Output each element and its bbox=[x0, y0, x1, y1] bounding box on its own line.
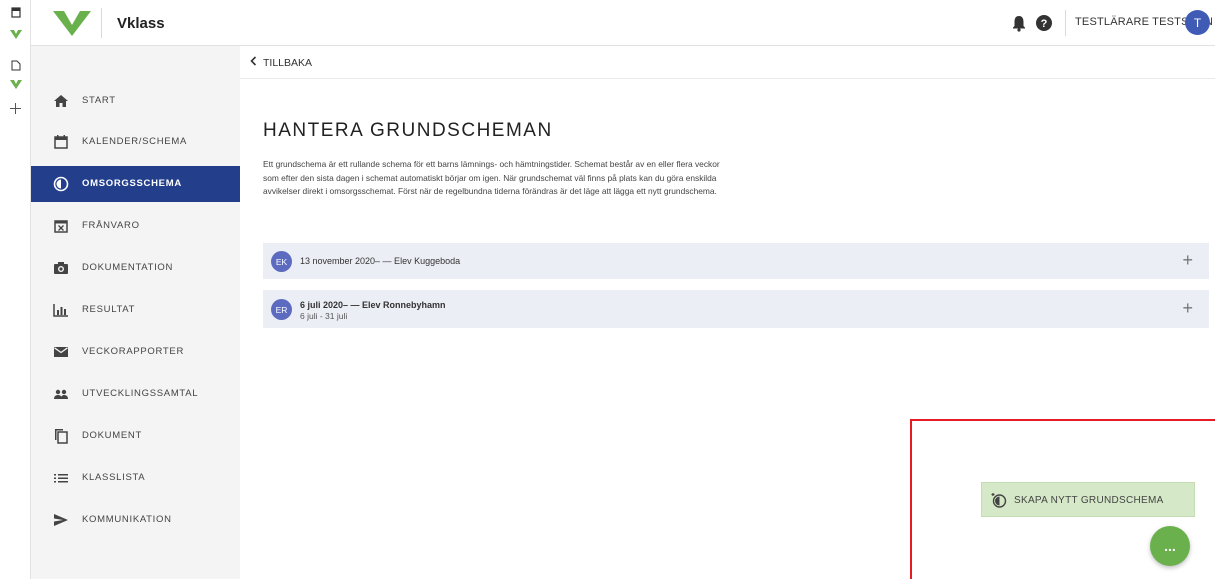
sidebar-item-start[interactable]: START bbox=[31, 83, 240, 119]
sidebar-item-label: START bbox=[82, 95, 116, 106]
bell-icon[interactable] bbox=[1011, 14, 1027, 32]
description-line: Ett grundschema är ett rullande schema f… bbox=[263, 159, 720, 169]
schedule-period: 6 juli - 31 juli bbox=[300, 311, 348, 321]
care-schedule-icon bbox=[53, 176, 69, 192]
sidebar-item-kalender-schema[interactable]: KALENDER/SCHEMA bbox=[31, 124, 240, 160]
copy-icon bbox=[53, 428, 69, 444]
page-description: Ett grundschema är ett rullande schema f… bbox=[263, 158, 843, 199]
sidebar-item-label: VECKORAPPORTER bbox=[82, 346, 185, 357]
sidebar-item-label: RESULTAT bbox=[82, 304, 136, 315]
sidebar-item-label: FRÅNVARO bbox=[82, 220, 140, 231]
student-badge: EK bbox=[271, 251, 292, 272]
logo-divider bbox=[101, 8, 102, 38]
page-icon[interactable] bbox=[0, 55, 31, 75]
more-actions-fab[interactable]: ... bbox=[1150, 526, 1190, 566]
camera-icon bbox=[53, 260, 69, 276]
sidebar-item-label: KOMMUNIKATION bbox=[82, 514, 172, 525]
sidebar-item-label: UTVECKLINGSSAMTAL bbox=[82, 388, 199, 399]
schedule-title: 6 juli 2020– — Elev Ronnebyhamn bbox=[300, 300, 446, 310]
bar-chart-icon bbox=[53, 302, 69, 318]
sidebar-item-veckorapporter[interactable]: VECKORAPPORTER bbox=[31, 334, 240, 370]
vklass-favicon[interactable] bbox=[0, 74, 31, 94]
create-button-label: SKAPA NYTT GRUNDSCHEMA bbox=[1014, 495, 1164, 506]
absence-icon bbox=[53, 218, 69, 234]
page-title: HANTERA GRUNDSCHEMAN bbox=[263, 120, 553, 141]
sidebar-item-klasslista[interactable]: KLASSLISTA bbox=[31, 460, 240, 496]
vklass-favicon[interactable] bbox=[0, 24, 31, 44]
avatar[interactable]: T bbox=[1185, 10, 1210, 35]
mail-icon bbox=[53, 344, 69, 360]
add-tab-icon[interactable] bbox=[0, 98, 31, 118]
header-divider bbox=[1065, 10, 1066, 36]
sidebar-item-label: KALENDER/SCHEMA bbox=[82, 136, 187, 147]
sidebar-item-utvecklingssamtal[interactable]: UTVECKLINGSSAMTAL bbox=[31, 376, 240, 412]
list-icon bbox=[53, 470, 69, 486]
sidebar-item-kommunikation[interactable]: KOMMUNIKATION bbox=[31, 502, 240, 538]
people-icon bbox=[53, 386, 69, 402]
description-line: avvikelser direkt i omsorgsschemat. Förs… bbox=[263, 186, 717, 196]
brand-name: Vklass bbox=[117, 15, 165, 32]
expand-plus-icon[interactable]: + bbox=[1182, 250, 1193, 271]
send-icon bbox=[53, 512, 69, 528]
schedule-title: 13 november 2020– — Elev Kuggeboda bbox=[300, 256, 461, 266]
expand-plus-icon[interactable]: + bbox=[1182, 298, 1193, 319]
schedule-row[interactable]: EK 13 november 2020– — Elev Kuggeboda + bbox=[263, 243, 1209, 279]
student-badge: ER bbox=[271, 299, 292, 320]
sidebar-item-label: KLASSLISTA bbox=[82, 472, 146, 483]
sidebar-item-label: DOKUMENTATION bbox=[82, 262, 174, 273]
help-icon[interactable]: ? bbox=[1035, 14, 1053, 32]
back-label: TILLBAKA bbox=[263, 56, 313, 69]
sidebar-item-dokument[interactable]: DOKUMENT bbox=[31, 418, 240, 454]
vklass-logo[interactable] bbox=[53, 9, 91, 37]
calendar-icon bbox=[53, 134, 69, 150]
app-root: Vklass ? TESTLÄRARE TESTSSON T START KAL… bbox=[0, 0, 1215, 579]
back-link[interactable]: TILLBAKA bbox=[250, 56, 312, 69]
schedule-row[interactable]: ER 6 juli 2020– — Elev Ronnebyhamn 6 jul… bbox=[263, 290, 1209, 328]
sidebar: START KALENDER/SCHEMA OMSORGSSCHEMA FRÅN… bbox=[31, 46, 240, 579]
sidebar-item-omsorgsschema[interactable]: OMSORGSSCHEMA bbox=[31, 166, 240, 202]
sidebar-item-label: DOKUMENT bbox=[82, 430, 142, 441]
sidebar-item-resultat[interactable]: RESULTAT bbox=[31, 292, 240, 328]
sidebar-item-dokumentation[interactable]: DOKUMENTATION bbox=[31, 250, 240, 286]
home-icon bbox=[53, 93, 69, 109]
chevron-left-icon bbox=[250, 56, 257, 69]
svg-text:?: ? bbox=[1041, 18, 1048, 30]
back-bar: TILLBAKA bbox=[240, 46, 1215, 79]
sidebar-item-franvaro[interactable]: FRÅNVARO bbox=[31, 208, 240, 244]
top-header: Vklass ? TESTLÄRARE TESTSSON T bbox=[31, 0, 1215, 46]
care-schedule-add-icon bbox=[991, 492, 1008, 509]
sidebar-item-label: OMSORGSSCHEMA bbox=[82, 178, 182, 189]
create-base-schedule-button[interactable]: SKAPA NYTT GRUNDSCHEMA bbox=[981, 482, 1195, 517]
window-icon[interactable] bbox=[0, 2, 31, 22]
description-line: som efter den sista dagen i schemat auto… bbox=[263, 172, 717, 183]
browser-tab-strip bbox=[0, 0, 31, 579]
